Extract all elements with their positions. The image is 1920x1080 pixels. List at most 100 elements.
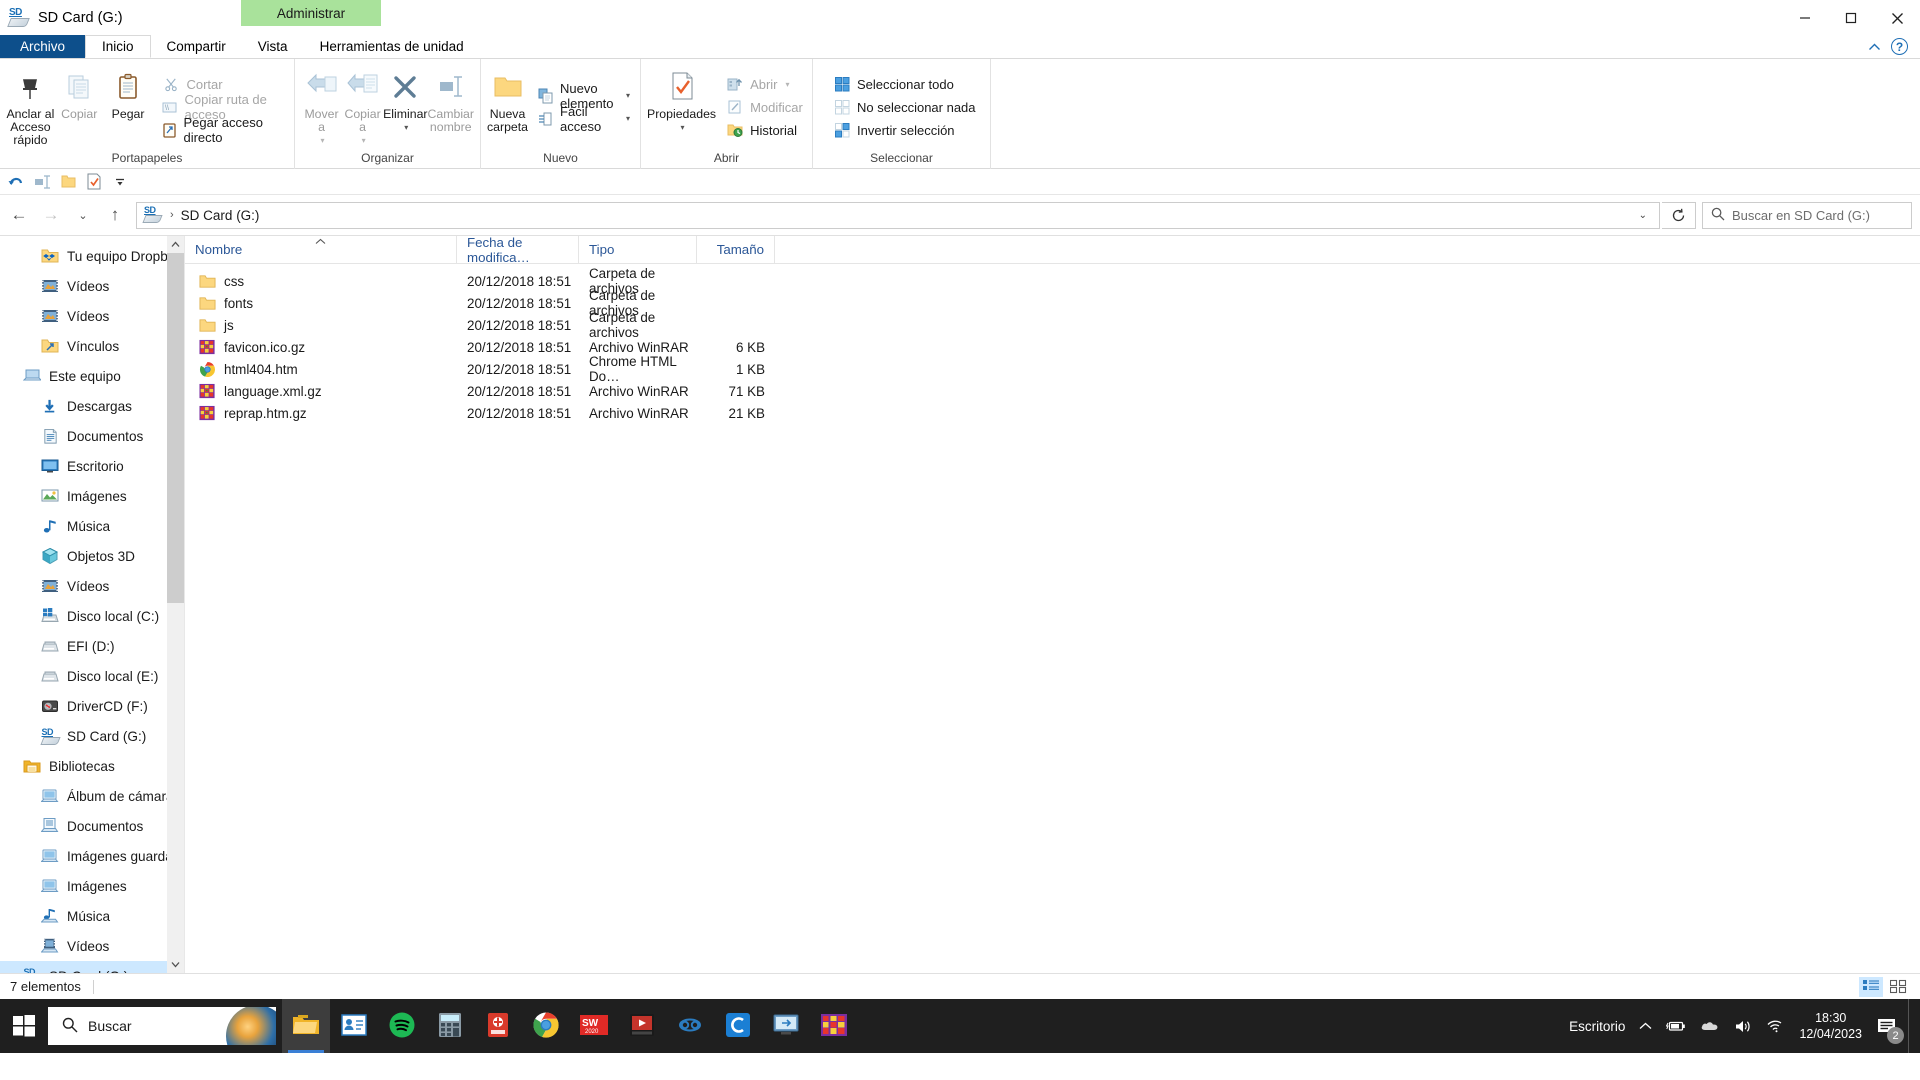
tab-herramientas-de-unidad[interactable]: Herramientas de unidad [304, 35, 480, 58]
show-desktop-peek[interactable]: Escritorio [1562, 999, 1632, 1053]
network-icon[interactable] [1759, 999, 1791, 1053]
tray-overflow-button[interactable] [1632, 999, 1659, 1053]
taskbar-app-c-app[interactable] [714, 999, 762, 1053]
table-row[interactable]: language.xml.gz 20/12/2018 18:51 Archivo W… [185, 380, 1920, 402]
scroll-down-icon[interactable] [167, 956, 184, 973]
taskbar-app-calculator[interactable] [426, 999, 474, 1053]
sidebar-item-este-equipo[interactable]: Este equipo [0, 361, 184, 391]
tab-archivo[interactable]: Archivo [0, 35, 86, 58]
recent-locations-button[interactable]: ⌄ [68, 200, 98, 230]
navigation-scroll-thumb[interactable] [167, 253, 184, 603]
column-header-fecha[interactable]: Fecha de modifica… [457, 235, 579, 265]
show-desktop-button[interactable] [1908, 999, 1916, 1053]
taskbar-app-spotify[interactable] [378, 999, 426, 1053]
properties-icon[interactable] [83, 171, 105, 193]
address-dropdown-icon[interactable]: ⌄ [1631, 210, 1655, 221]
sidebar-item-v-nculos[interactable]: Vínculos [0, 331, 184, 361]
taskbar-app-solidworks[interactable]: SW 2020 [570, 999, 618, 1053]
open-button[interactable]: Abrir ▾ [722, 74, 807, 95]
navigation-scrollbar[interactable] [167, 236, 184, 973]
new-folder-button[interactable]: Nueva carpeta [487, 63, 528, 151]
sidebar-item-v-deos[interactable]: Vídeos [0, 271, 184, 301]
notifications-button[interactable]: 2 [1870, 999, 1908, 1053]
column-header-nombre[interactable]: Nombre [185, 235, 457, 264]
column-header-tamano[interactable]: Tamaño [697, 235, 775, 264]
sidebar-item-sd-card-g[interactable]: SDSD Card (G:) [0, 961, 184, 973]
taskbar-app-tool[interactable] [666, 999, 714, 1053]
sidebar-item-drivercd-f[interactable]: DriverCD (F:) [0, 691, 184, 721]
address-path-field[interactable]: SD › SD Card (G:) ⌄ [136, 201, 1660, 229]
select-none-button[interactable]: No seleccionar nada [829, 97, 980, 118]
sidebar-item-bibliotecas[interactable]: Bibliotecas [0, 751, 184, 781]
sidebar-item-im-genes[interactable]: Imágenes [0, 481, 184, 511]
table-row[interactable]: js 20/12/2018 18:51 Carpeta de archivos [185, 310, 1920, 340]
navigation-pane[interactable]: Tu equipo Dropbox Vídeos Vídeos Vínculos Est… [0, 236, 185, 973]
help-icon[interactable]: ? [1891, 38, 1908, 55]
undo-icon[interactable] [5, 171, 27, 193]
battery-icon[interactable] [1659, 999, 1693, 1053]
sidebar-item-v-deos[interactable]: Vídeos [0, 931, 184, 961]
sidebar-item-sd-card-g[interactable]: SDSD Card (G:) [0, 721, 184, 751]
sidebar-item-v-deos[interactable]: Vídeos [0, 571, 184, 601]
tab-inicio[interactable]: Inicio [85, 35, 151, 58]
sidebar-item-im-genes-guardadas[interactable]: Imágenes guardadas [0, 841, 184, 871]
tab-vista[interactable]: Vista [242, 35, 304, 58]
scroll-up-icon[interactable] [167, 236, 184, 253]
select-all-button[interactable]: Seleccionar todo [829, 74, 980, 95]
sidebar-item-im-genes[interactable]: Imágenes [0, 871, 184, 901]
search-field[interactable]: Buscar en SD Card (G:) [1702, 201, 1912, 229]
taskbar-app-antivirus[interactable] [474, 999, 522, 1053]
view-details-button[interactable] [1859, 976, 1883, 997]
move-to-button[interactable]: Mover a ▾ [301, 63, 342, 151]
sidebar-item-disco-local-c[interactable]: Disco local (C:) [0, 601, 184, 631]
view-large-icons-button[interactable] [1886, 977, 1910, 997]
minimize-button[interactable] [1782, 0, 1828, 36]
taskbar-search-box[interactable]: Buscar [48, 1007, 276, 1045]
table-row[interactable]: html404.htm 20/12/2018 18:51 Chrome HTML D… [185, 354, 1920, 384]
onedrive-icon[interactable] [1693, 999, 1727, 1053]
new-folder-icon[interactable] [57, 171, 79, 193]
maximize-button[interactable] [1828, 0, 1874, 36]
sidebar-item-m-sica[interactable]: Música [0, 511, 184, 541]
column-header-tipo[interactable]: Tipo [579, 235, 697, 264]
properties-button[interactable]: Propiedades ▾ [647, 63, 716, 151]
start-button[interactable] [0, 999, 48, 1053]
sidebar-item-tu-equipo-dropbox[interactable]: Tu equipo Dropbox [0, 241, 184, 271]
sidebar-item-disco-local-e[interactable]: Disco local (E:) [0, 661, 184, 691]
rename-button[interactable]: Cambiar nombre [428, 63, 474, 151]
breadcrumb-sd-card[interactable]: SD Card (G:) [181, 208, 260, 223]
volume-icon[interactable] [1727, 999, 1759, 1053]
pin-to-quick-access-button[interactable]: Anclar al Acceso rápido [6, 63, 55, 151]
taskbar-app-chrome[interactable] [522, 999, 570, 1053]
easy-access-button[interactable]: Fácil acceso ▾ [534, 104, 634, 134]
taskbar-app-remote-desktop[interactable] [762, 999, 810, 1053]
sidebar-item-documentos[interactable]: Documentos [0, 421, 184, 451]
delete-button[interactable]: Eliminar ▾ [383, 63, 428, 151]
clock[interactable]: 18:30 12/04/2023 [1791, 1010, 1870, 1042]
invert-selection-button[interactable]: Invertir selección [829, 120, 980, 141]
taskbar-app-media-player[interactable] [618, 999, 666, 1053]
paste-button[interactable]: Pegar [104, 63, 153, 151]
customize-caret-icon[interactable] [109, 171, 131, 193]
tab-compartir[interactable]: Compartir [151, 35, 242, 58]
sidebar-item-documentos[interactable]: Documentos [0, 811, 184, 841]
back-button[interactable]: ← [4, 200, 34, 230]
sidebar-item-escritorio[interactable]: Escritorio [0, 451, 184, 481]
paste-shortcut-button[interactable]: Pegar acceso directo [158, 115, 288, 145]
taskbar-app-file-explorer[interactable] [282, 999, 330, 1053]
sidebar-item-lbum-de-c-mara[interactable]: Álbum de cámara [0, 781, 184, 811]
rename-icon[interactable] [31, 171, 53, 193]
sidebar-item-efi-d[interactable]: EFI (D:) [0, 631, 184, 661]
copy-to-button[interactable]: Copiar a ▾ [342, 63, 383, 151]
edit-button[interactable]: Modificar [722, 97, 807, 118]
forward-button[interactable]: → [36, 200, 66, 230]
close-button[interactable] [1874, 0, 1920, 36]
sidebar-item-descargas[interactable]: Descargas [0, 391, 184, 421]
sidebar-item-v-deos[interactable]: Vídeos [0, 301, 184, 331]
sidebar-item-m-sica[interactable]: Música [0, 901, 184, 931]
taskbar-app-contacts[interactable] [330, 999, 378, 1053]
file-list-pane[interactable]: Nombre Fecha de modifica… Tipo Tamaño cs… [185, 235, 1920, 973]
sidebar-item-objetos-3d[interactable]: Objetos 3D [0, 541, 184, 571]
copy-button[interactable]: Copiar [55, 63, 104, 151]
table-row[interactable]: css 20/12/2018 18:51 Carpeta de archivos [185, 266, 1920, 296]
